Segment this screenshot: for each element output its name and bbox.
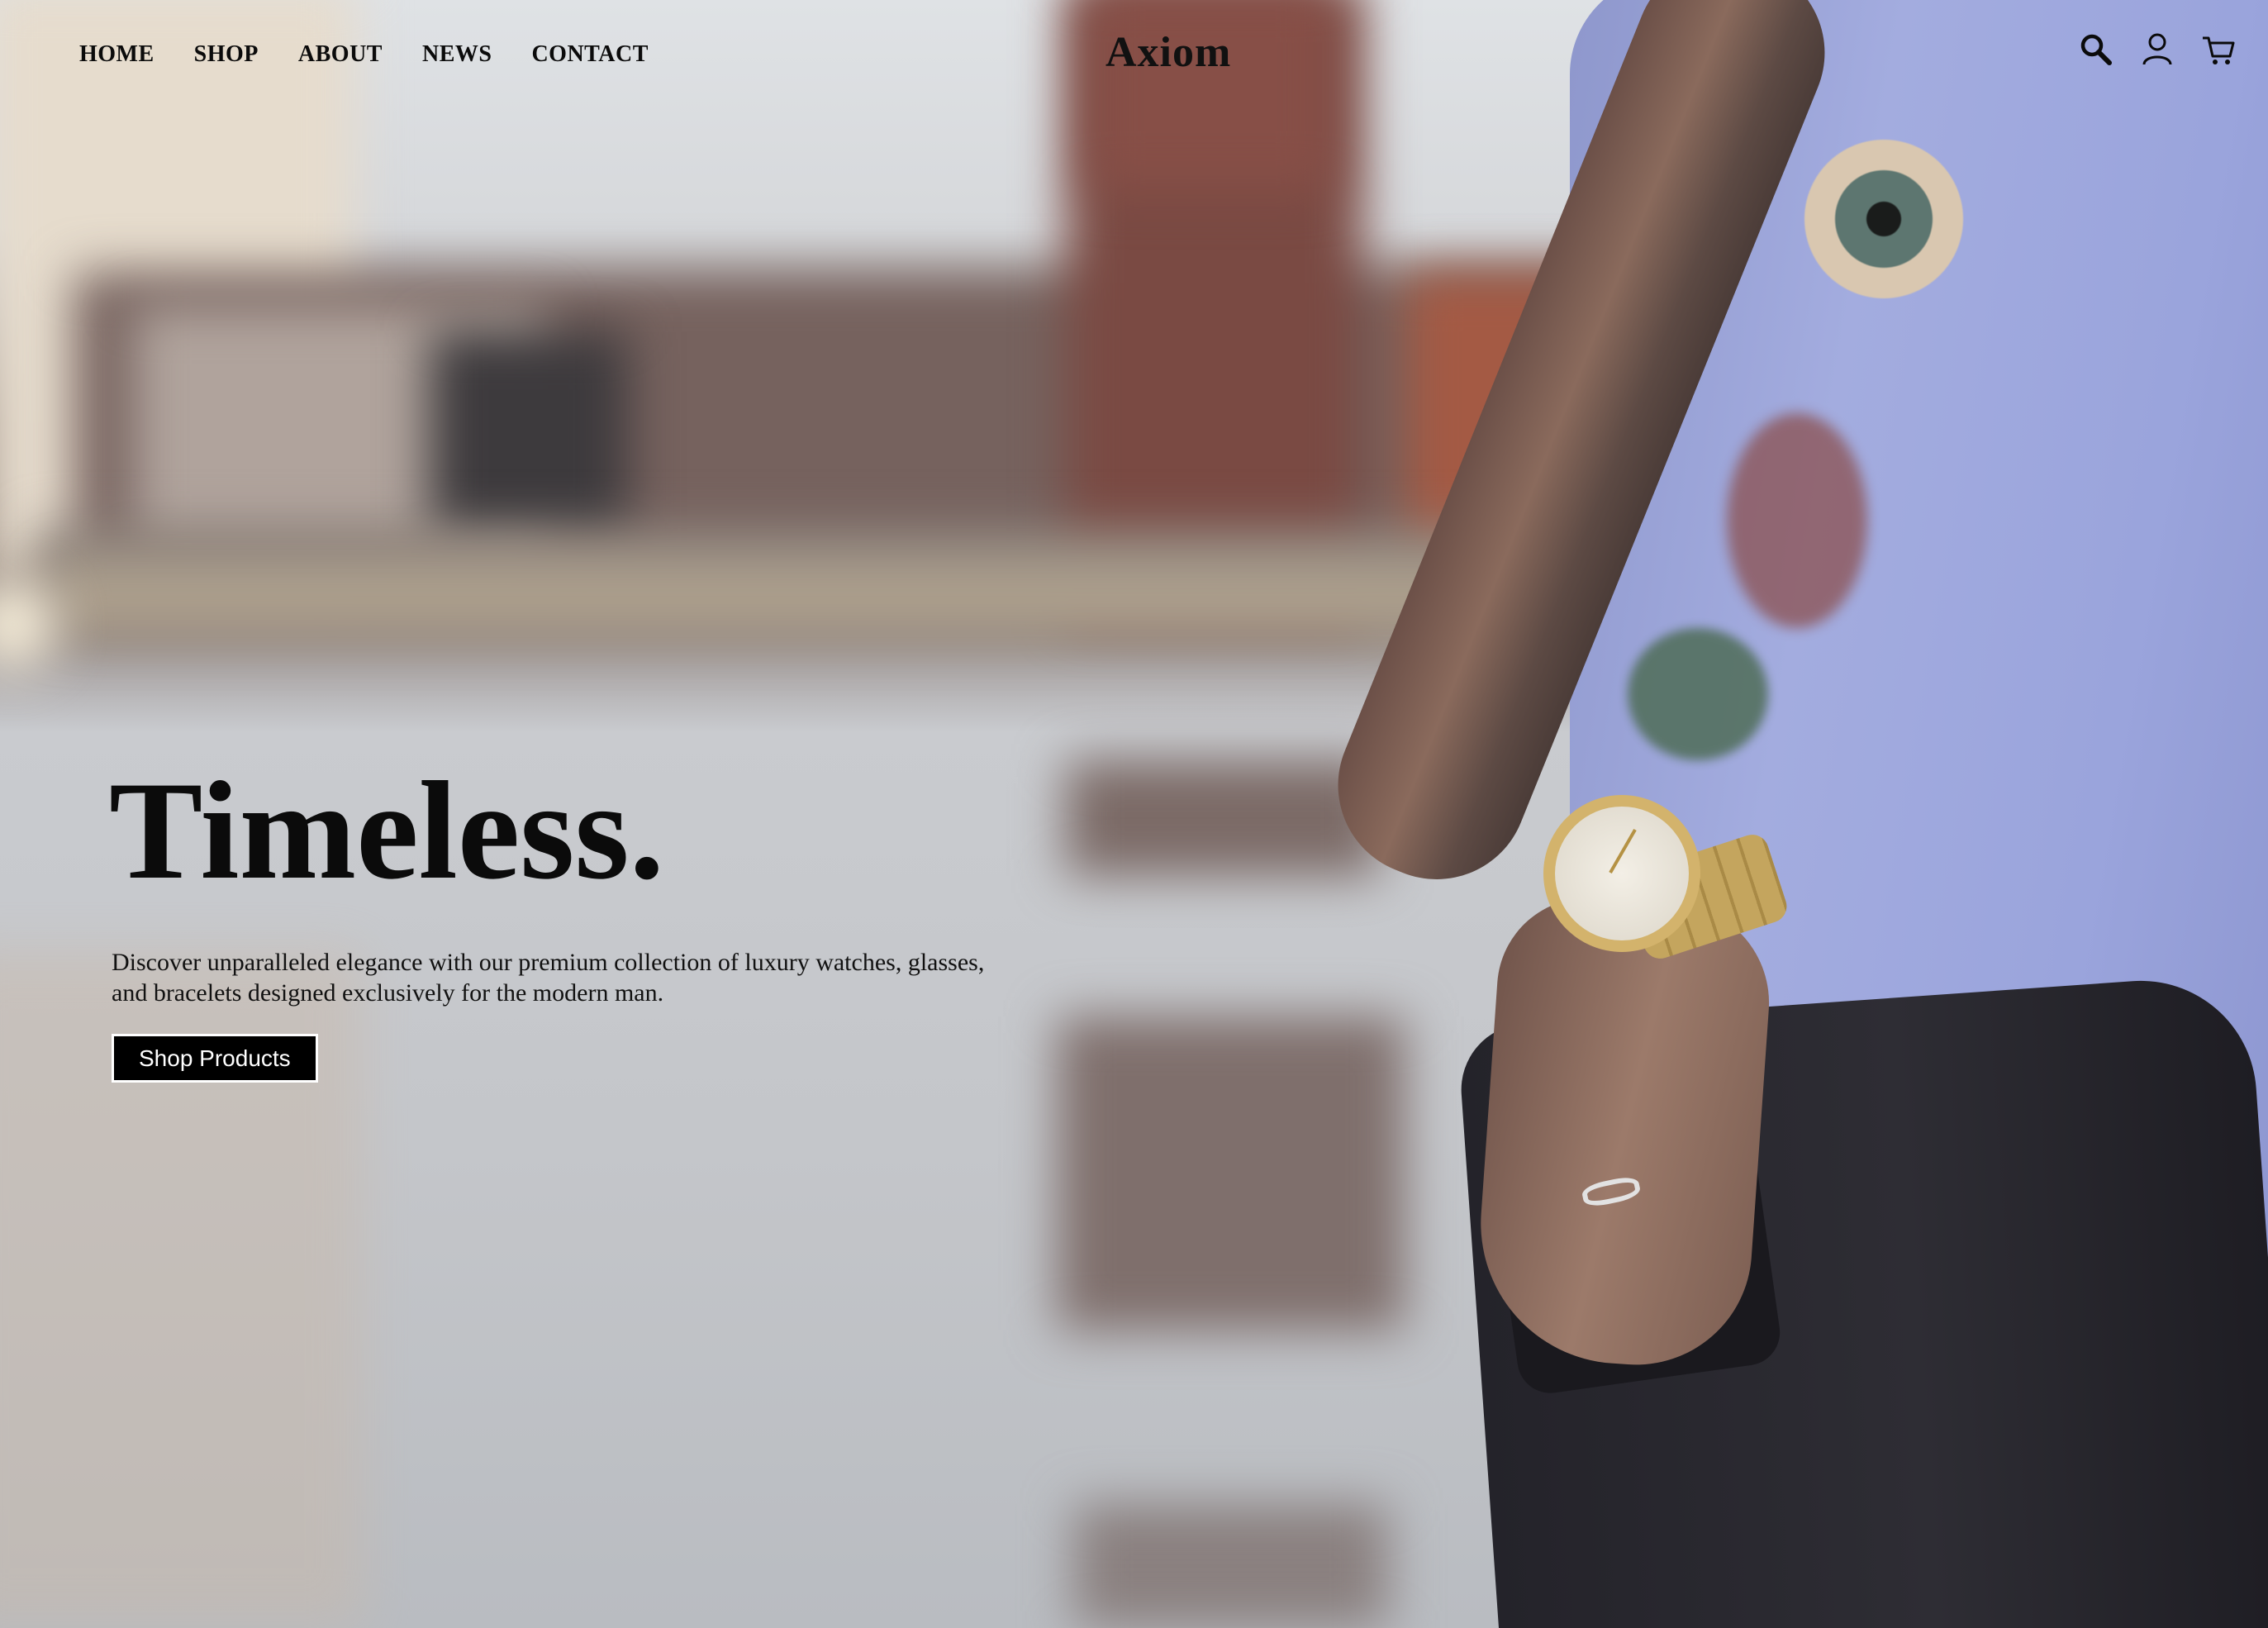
brand-logo[interactable]: Axiom bbox=[1105, 28, 1231, 77]
hero-section: HOME SHOP ABOUT NEWS CONTACT Axiom Timel… bbox=[0, 0, 2268, 1628]
hero-headline: Timeless. bbox=[109, 753, 665, 908]
cart-icon[interactable] bbox=[2200, 31, 2237, 68]
shop-products-button[interactable]: Shop Products bbox=[112, 1034, 318, 1083]
header-actions bbox=[2078, 31, 2237, 68]
hero-description: Discover unparalleled elegance with our … bbox=[112, 949, 985, 1007]
nav-shop-link[interactable]: SHOP bbox=[194, 41, 259, 68]
nav-home-link[interactable]: HOME bbox=[79, 41, 155, 68]
nav-about-link[interactable]: ABOUT bbox=[298, 41, 383, 68]
search-icon[interactable] bbox=[2078, 31, 2114, 68]
nav-contact-link[interactable]: CONTACT bbox=[531, 41, 648, 68]
nav-news-link[interactable]: NEWS bbox=[422, 41, 492, 68]
user-icon[interactable] bbox=[2139, 31, 2175, 68]
main-nav: HOME SHOP ABOUT NEWS CONTACT bbox=[79, 41, 649, 68]
